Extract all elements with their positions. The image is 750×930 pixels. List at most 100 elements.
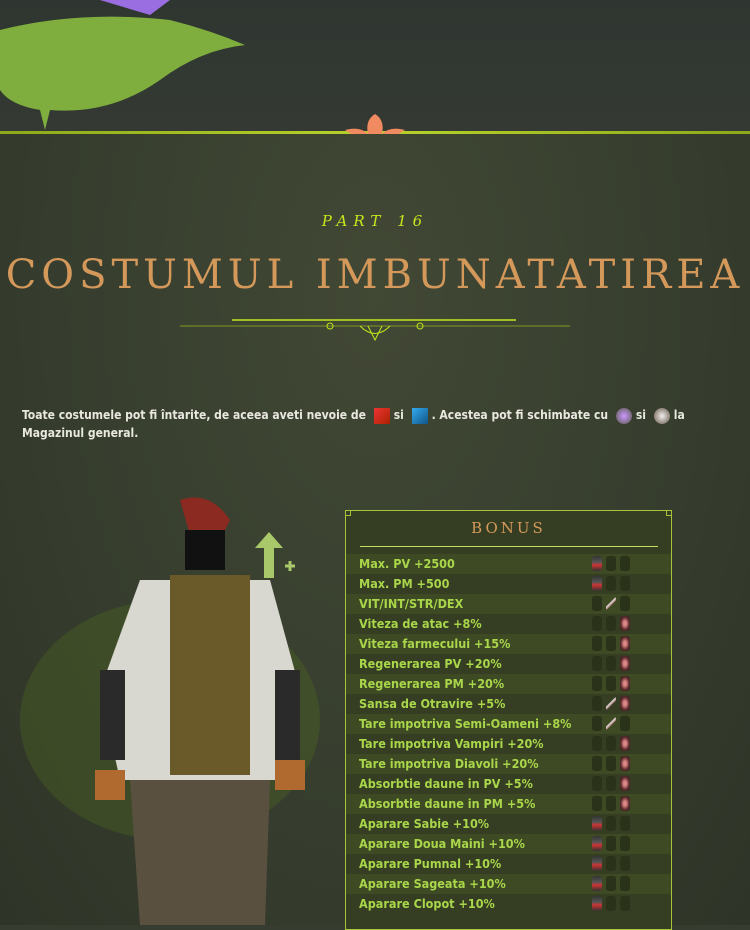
intro-text-part: . Acestea pot fi schimbate cu: [431, 408, 609, 422]
hair-slot-icon: [620, 596, 630, 611]
bonus-label: Absorbtie daune in PM +5%: [359, 796, 536, 811]
bonus-row: VIT/INT/STR/DEX: [346, 594, 671, 614]
weapon-slot-icon: [606, 796, 616, 811]
bonus-row: Aparare Sageata +10%: [346, 874, 671, 894]
bonus-label: Tare impotriva Semi-Oameni +8%: [359, 716, 572, 731]
white-item-icon: [653, 407, 670, 424]
armor-slot-icon: [592, 756, 602, 771]
bonus-label: Sansa de Otravire +5%: [359, 696, 506, 711]
armor-slot-icon: [592, 776, 602, 791]
bonus-label: Tare impotriva Vampiri +20%: [359, 736, 544, 751]
bonus-label: Viteza de atac +8%: [359, 616, 482, 631]
weapon-slot-icon: [606, 756, 616, 771]
bonus-label: Aparare Doua Maini +10%: [359, 836, 525, 851]
page-title: COSTUMUL IMBUNATATIREA: [5, 252, 745, 298]
hair-slot-icon: [620, 796, 630, 811]
armor-slot-icon: [592, 576, 602, 591]
hair-slot-icon: [620, 636, 630, 651]
armor-slot-icon: [592, 596, 602, 611]
armor-slot-icon: [592, 736, 602, 751]
armor-slot-icon: [592, 836, 602, 851]
weapon-slot-icon: [606, 736, 616, 751]
weapon-slot-icon: [606, 836, 616, 851]
bonus-label: Viteza farmecului +15%: [359, 636, 511, 651]
armor-slot-icon: [592, 876, 602, 891]
hair-slot-icon: [620, 556, 630, 571]
bonus-row: Aparare Doua Maini +10%: [346, 834, 671, 854]
weapon-slot-icon: [606, 876, 616, 891]
hair-slot-icon: [620, 816, 630, 831]
hair-slot-icon: [620, 616, 630, 631]
armor-slot-icon: [592, 616, 602, 631]
bonus-row: Tare impotriva Diavoli +20%: [346, 754, 671, 774]
bonus-row: Aparare Clopot +10%: [346, 894, 671, 914]
hair-slot-icon: [620, 736, 630, 751]
weapon-slot-icon: [606, 616, 616, 631]
armor-slot-icon: [592, 856, 602, 871]
bonus-table: BONUS Max. PV +2500 Max. PM +500 VIT/INT/S…: [345, 510, 672, 930]
armor-slot-icon: [592, 656, 602, 671]
hair-slot-icon: [620, 896, 630, 911]
bonus-row: Viteza farmecului +15%: [346, 634, 671, 654]
hair-slot-icon: [620, 656, 630, 671]
weapon-slot-icon: [606, 596, 616, 611]
armor-slot-icon: [592, 696, 602, 711]
hair-slot-icon: [620, 696, 630, 711]
bonus-label: Aparare Pumnal +10%: [359, 856, 502, 871]
weapon-slot-icon: [606, 856, 616, 871]
weapon-slot-icon: [606, 716, 616, 731]
bonus-row: Sansa de Otravire +5%: [346, 694, 671, 714]
bonus-row: Max. PM +500: [346, 574, 671, 594]
bonus-title: BONUS: [471, 519, 546, 537]
armor-slot-icon: [592, 556, 602, 571]
hair-slot-icon: [620, 876, 630, 891]
hair-slot-icon: [620, 836, 630, 851]
weapon-slot-icon: [606, 816, 616, 831]
armor-slot-icon: [592, 896, 602, 911]
armor-slot-icon: [592, 716, 602, 731]
bonus-label: Aparare Clopot +10%: [359, 896, 495, 911]
bonus-row: Tare impotriva Vampiri +20%: [346, 734, 671, 754]
intro-and: si: [393, 408, 404, 422]
bonus-row: Aparare Pumnal +10%: [346, 854, 671, 874]
weapon-slot-icon: [606, 696, 616, 711]
bonus-label: Absorbtie daune in PV +5%: [359, 776, 533, 791]
bonus-label: Aparare Sabie +10%: [359, 816, 490, 831]
bonus-label: Regenerarea PM +20%: [359, 676, 505, 691]
hair-slot-icon: [620, 856, 630, 871]
armor-slot-icon: [592, 796, 602, 811]
bonus-label: Tare impotriva Diavoli +20%: [359, 756, 539, 771]
weapon-slot-icon: [606, 776, 616, 791]
hair-slot-icon: [620, 576, 630, 591]
lotus-leaf-decoration: [0, 0, 245, 131]
intro-text-part: Toate costumele pot fi întarite, de acee…: [22, 408, 366, 422]
part-label: PART 16: [321, 212, 429, 230]
weapon-slot-icon: [606, 636, 616, 651]
bonus-label: Regenerarea PV +20%: [359, 656, 502, 671]
bonus-row: Aparare Sabie +10%: [346, 814, 671, 834]
blue-scroll-icon: [411, 407, 428, 424]
weapon-slot-icon: [606, 576, 616, 591]
armor-slot-icon: [592, 636, 602, 651]
hair-slot-icon: [620, 756, 630, 771]
bonus-label: Aparare Sageata +10%: [359, 876, 506, 891]
armor-slot-icon: [592, 676, 602, 691]
bonus-row: Regenerarea PV +20%: [346, 654, 671, 674]
bonus-label: VIT/INT/STR/DEX: [359, 596, 464, 611]
armor-slot-icon: [592, 816, 602, 831]
bonus-row: Absorbtie daune in PM +5%: [346, 794, 671, 814]
title-ornament: [180, 319, 570, 342]
bonus-label: Max. PM +500: [359, 576, 450, 591]
bonus-row: Tare impotriva Semi-Oameni +8%: [346, 714, 671, 734]
red-scroll-icon: [373, 407, 390, 424]
purple-item-icon: [615, 407, 632, 424]
upgrade-arrow-icon: [255, 532, 295, 578]
bonus-label: Max. PV +2500: [359, 556, 455, 571]
intro-and: si: [635, 408, 646, 422]
hair-slot-icon: [620, 676, 630, 691]
bonus-row: Viteza de atac +8%: [346, 614, 671, 634]
weapon-slot-icon: [606, 896, 616, 911]
weapon-slot-icon: [606, 656, 616, 671]
weapon-slot-icon: [606, 676, 616, 691]
bonus-row: Regenerarea PM +20%: [346, 674, 671, 694]
